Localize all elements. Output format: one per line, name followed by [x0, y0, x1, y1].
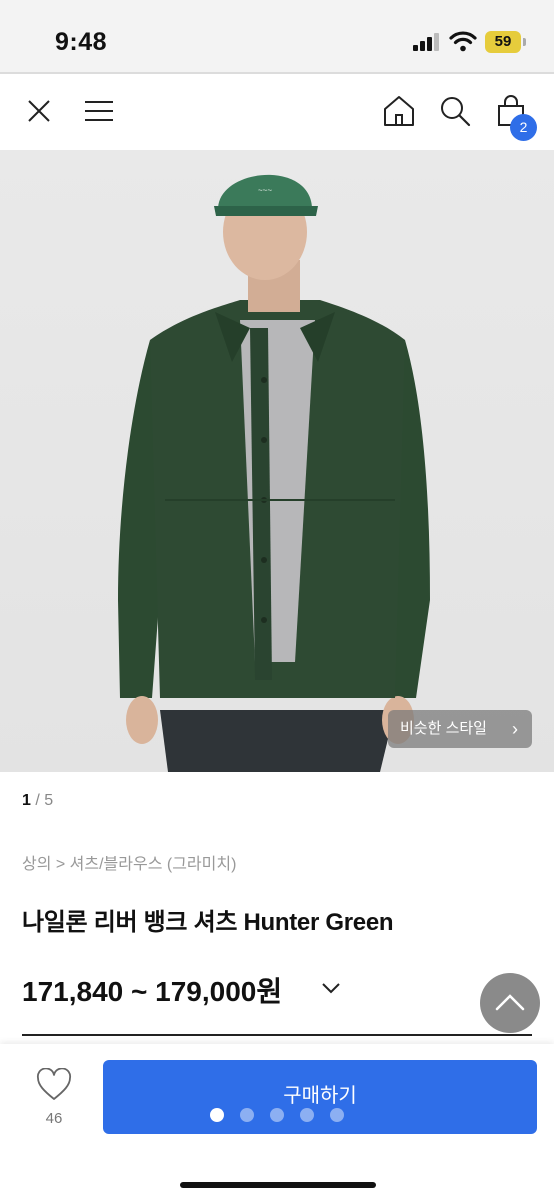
product-title: 나일론 리버 뱅크 셔츠 Hunter Green	[22, 909, 394, 936]
search-icon[interactable]	[438, 94, 472, 128]
cart-count-badge: 2	[510, 114, 537, 141]
page-dot[interactable]	[210, 1108, 224, 1122]
image-counter: 1 / 5	[22, 792, 53, 810]
chevron-down-icon[interactable]	[320, 980, 342, 996]
wifi-icon	[449, 31, 477, 52]
image-counter-separator: /	[30, 792, 45, 809]
page-dot[interactable]	[240, 1108, 254, 1122]
buy-button-label: 구매하기	[283, 1085, 357, 1107]
product-image[interactable]: ~~~ 비슷한 스타일 ›	[0, 150, 554, 772]
divider	[22, 1034, 532, 1036]
status-bar: 9:48 59	[0, 0, 554, 72]
heart-icon[interactable]	[36, 1068, 72, 1102]
product-price: 171,840 ~ 179,000원	[22, 976, 283, 1007]
like-count: 46	[45, 1110, 63, 1127]
chevron-up-icon	[495, 994, 525, 1011]
similar-style-button[interactable]: 비슷한 스타일 ›	[388, 710, 532, 748]
breadcrumb[interactable]: 상의 > 셔츠/블라우스 (그라미치)	[22, 850, 236, 874]
signal-icon	[413, 33, 441, 51]
close-icon[interactable]	[22, 94, 56, 128]
image-counter-current: 1	[22, 792, 31, 809]
battery-icon: 59	[485, 31, 526, 53]
home-indicator	[180, 1182, 376, 1188]
app-header	[0, 74, 554, 150]
similar-style-label: 비슷한 스타일	[400, 720, 487, 737]
page-dot[interactable]	[330, 1108, 344, 1122]
home-icon[interactable]	[382, 94, 416, 128]
chevron-right-icon: ›	[512, 719, 518, 739]
page-dot[interactable]	[300, 1108, 314, 1122]
status-time: 9:48	[55, 28, 108, 56]
image-counter-total: 5	[44, 792, 54, 809]
model-photo: ~~~	[118, 174, 430, 772]
scroll-to-top-button[interactable]	[480, 973, 540, 1033]
page-dot[interactable]	[270, 1108, 284, 1122]
svg-text:~~~: ~~~	[258, 186, 272, 195]
menu-icon[interactable]	[82, 94, 116, 128]
page-dots	[210, 1108, 350, 1124]
